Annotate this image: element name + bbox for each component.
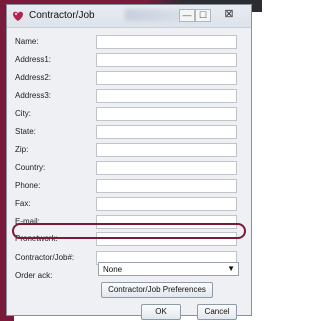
- order-ack-selected-value: None: [103, 265, 123, 274]
- name-label: Name:: [15, 37, 39, 46]
- contractor-job-preferences-button[interactable]: Contractor/Job Preferences: [101, 282, 213, 298]
- title-bar[interactable]: Contractor/Job — ☐ ⊠: [7, 5, 251, 28]
- order-ack-label: Order ack:: [15, 271, 53, 280]
- row-city: City:: [0, 106, 262, 122]
- zip-field[interactable]: [96, 143, 237, 157]
- address1-field[interactable]: [96, 53, 237, 67]
- row-country: Country:: [0, 160, 262, 176]
- row-state: State:: [0, 124, 262, 140]
- phone-label: Phone:: [15, 181, 41, 190]
- address2-label: Address2:: [15, 73, 52, 82]
- cancel-button[interactable]: Cancel: [197, 304, 237, 320]
- fax-label: Fax:: [15, 199, 31, 208]
- ok-button[interactable]: OK: [141, 304, 181, 320]
- minimize-button[interactable]: —: [179, 9, 195, 22]
- state-field[interactable]: [96, 125, 237, 139]
- state-label: State:: [15, 127, 36, 136]
- row-name: Name:: [0, 34, 262, 50]
- country-field[interactable]: [96, 161, 237, 175]
- close-button[interactable]: ⊠: [215, 9, 243, 22]
- zip-label: Zip:: [15, 145, 29, 154]
- name-field[interactable]: [96, 35, 237, 49]
- address2-field[interactable]: [96, 71, 237, 85]
- row-fax: Fax:: [0, 196, 262, 212]
- address3-field[interactable]: [96, 89, 237, 103]
- country-label: Country:: [15, 163, 46, 172]
- phone-field[interactable]: [96, 179, 237, 193]
- city-label: City:: [15, 109, 31, 118]
- order-ack-select[interactable]: None ▼: [98, 262, 239, 276]
- dropdown-arrow-icon[interactable]: ▼: [227, 264, 235, 273]
- contractor-job-number-label: Contractor/Job#:: [15, 253, 75, 262]
- window-title: Contractor/Job: [29, 10, 95, 21]
- address1-label: Address1:: [15, 55, 52, 64]
- app-icon: [13, 11, 23, 21]
- pronetwork-highlight-outline: [12, 223, 246, 239]
- row-address2: Address2:: [0, 70, 262, 86]
- address3-label: Address3:: [15, 91, 52, 100]
- maximize-button[interactable]: ☐: [195, 9, 211, 22]
- city-field[interactable]: [96, 107, 237, 121]
- fax-field[interactable]: [96, 197, 237, 211]
- row-address1: Address1:: [0, 52, 262, 68]
- row-address3: Address3:: [0, 88, 262, 104]
- row-zip: Zip:: [0, 142, 262, 158]
- row-phone: Phone:: [0, 178, 262, 194]
